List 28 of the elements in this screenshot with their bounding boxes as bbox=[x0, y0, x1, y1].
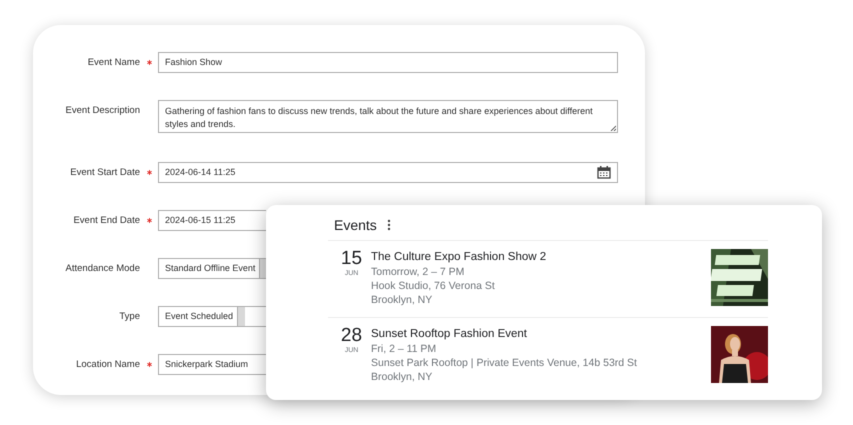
event-title[interactable]: The Culture Expo Fashion Show 2 bbox=[371, 249, 711, 265]
field-label: Event End Date bbox=[73, 214, 140, 228]
events-heading: Events bbox=[334, 216, 377, 234]
date-field[interactable]: 2024-06-14 11:25 bbox=[158, 162, 618, 183]
event-title[interactable]: Sunset Rooftop Fashion Event bbox=[371, 326, 711, 342]
event-day: 28 bbox=[340, 326, 362, 346]
field-label: Type bbox=[119, 310, 140, 324]
date-field[interactable]: 2024-06-15 11:25 bbox=[158, 210, 266, 231]
event-day: 15 bbox=[340, 249, 362, 269]
calendar-icon[interactable] bbox=[597, 166, 611, 179]
event-venue: Sunset Park Rooftop | Private Events Venue, 14b 53rd St bbox=[371, 356, 638, 370]
select-field[interactable]: Event Scheduled bbox=[158, 306, 266, 327]
field-label: Event Start Date bbox=[70, 166, 140, 180]
event-time: Fri, 2 – 11 PM bbox=[371, 342, 438, 356]
field-label: Event Description bbox=[66, 104, 140, 118]
event-location: Brooklyn, NY bbox=[371, 370, 434, 384]
description-field[interactable]: Gathering of fashion fans to discuss new trends, talk about the future and share experiences about different styles and trends. bbox=[158, 100, 618, 133]
event-time: Tomorrow, 2 – 7 PM bbox=[371, 265, 466, 279]
event-location: Brooklyn, NY bbox=[371, 293, 434, 307]
select-field[interactable]: Standard Offline Event bbox=[158, 258, 266, 279]
resize-handle-icon[interactable] bbox=[610, 125, 616, 131]
more-options-icon[interactable] bbox=[386, 219, 391, 231]
field-label: Location Name bbox=[76, 358, 140, 372]
event-venue: Hook Studio, 76 Verona St bbox=[371, 279, 496, 293]
field-label: Event Name bbox=[88, 56, 140, 70]
field-label: Attendance Mode bbox=[66, 262, 140, 276]
text-field[interactable]: Fashion Show bbox=[158, 52, 618, 73]
text-field[interactable]: Snickerpark Stadium bbox=[158, 354, 266, 375]
